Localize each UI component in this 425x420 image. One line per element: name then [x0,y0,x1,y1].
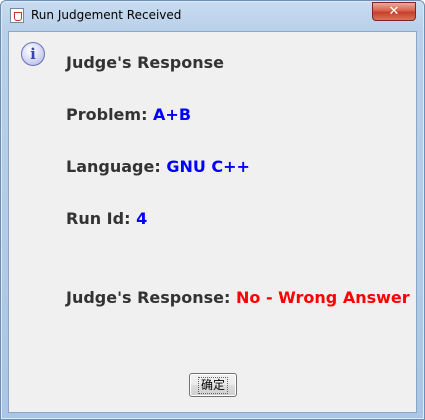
response-heading: Judge's Response [66,53,224,72]
dialog-window: Run Judgement Received ✕ i Judge's Respo… [0,0,425,420]
language-label: Language: [66,157,161,176]
run-id-value: 4 [136,209,148,228]
language-value: GNU C++ [166,157,250,176]
ok-button[interactable]: 确定 [189,373,237,397]
window-title: Run Judgement Received [31,8,182,22]
language-row: Language: GNU C++ [66,157,250,176]
title-bar[interactable]: Run Judgement Received ✕ [1,1,424,31]
run-id-label: Run Id: [66,209,131,228]
judge-response-value: No - Wrong Answer [235,288,410,307]
java-app-icon [10,8,24,23]
run-id-row: Run Id: 4 [66,209,147,228]
judge-response-row: Judge's Response: No - Wrong Answer [66,288,410,307]
close-button[interactable]: ✕ [372,2,416,21]
info-icon: i [21,42,45,66]
ok-button-label: 确定 [197,377,228,394]
dialog-content: i Judge's Response Problem: A+B Language… [8,31,417,413]
problem-row: Problem: A+B [66,105,191,124]
problem-label: Problem: [66,105,148,124]
judge-response-label: Judge's Response: [66,288,231,307]
problem-value: A+B [153,105,192,124]
